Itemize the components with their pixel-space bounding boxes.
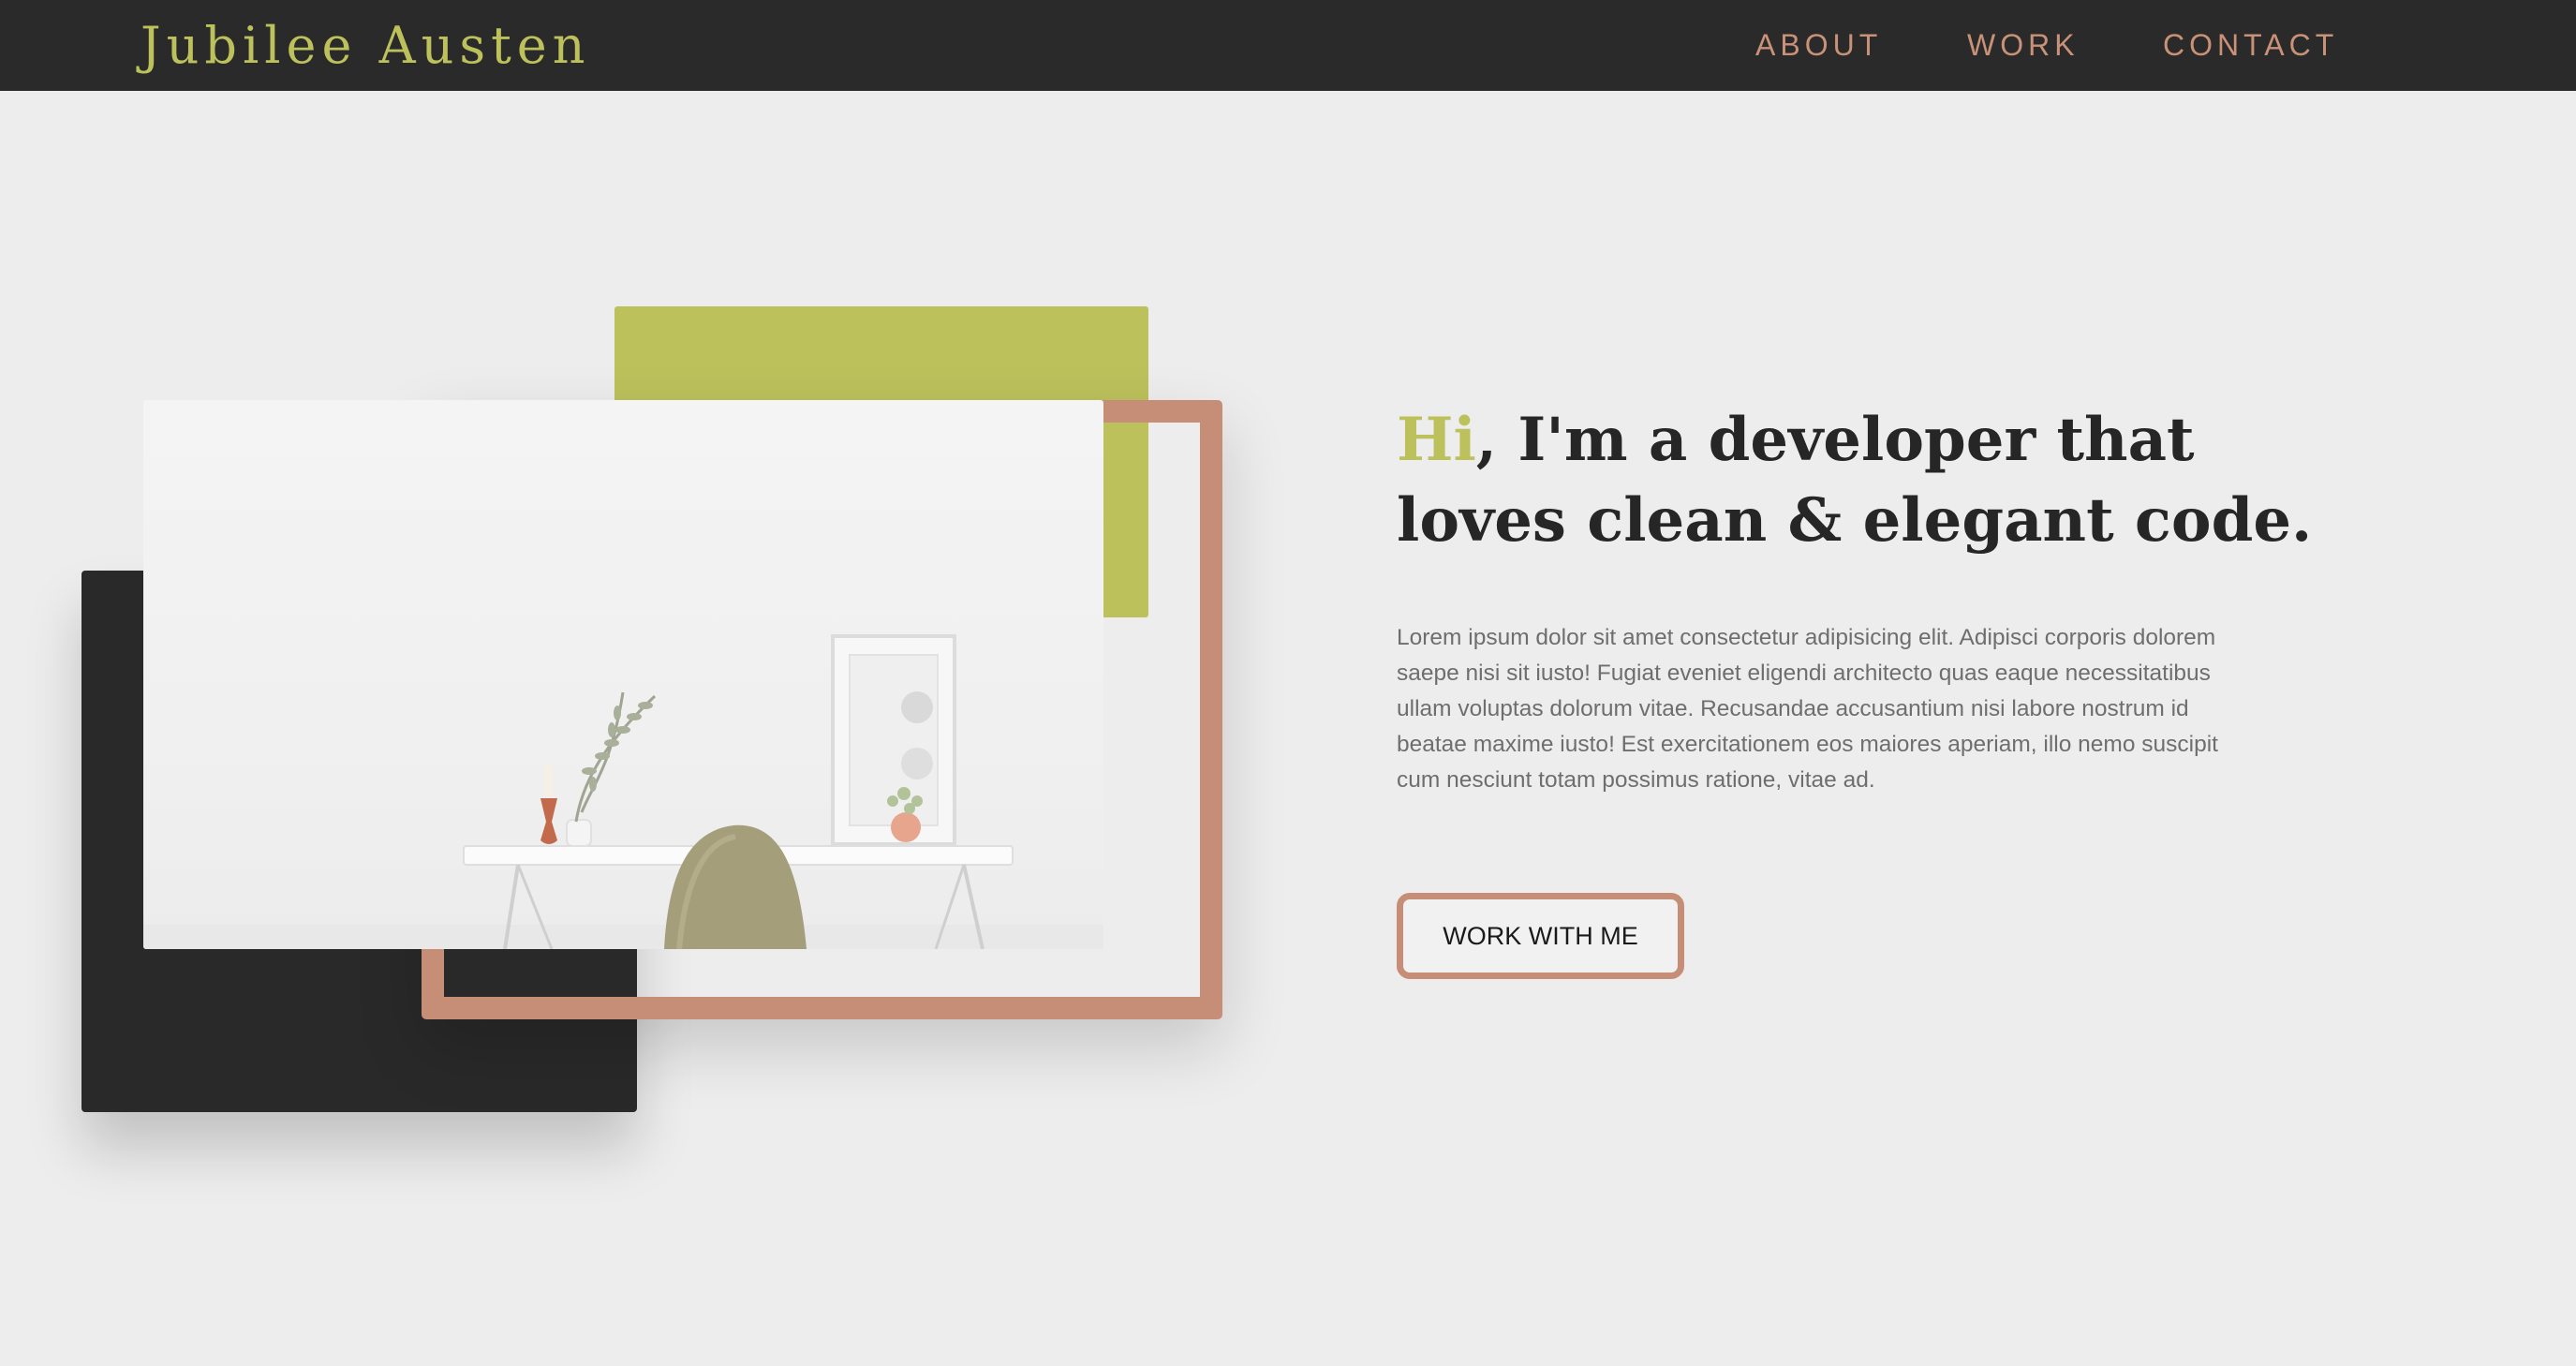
nav-contact-link[interactable]: CONTACT — [2163, 24, 2338, 66]
navbar: Jubilee Austen ABOUT WORK CONTACT — [0, 0, 2576, 91]
brand-logo[interactable]: Jubilee Austen — [141, 13, 591, 79]
desk-illustration — [143, 634, 1103, 949]
work-with-me-button[interactable]: WORK WITH ME — [1397, 893, 1684, 979]
hero-description: Lorem ipsum dolor sit amet consectetur a… — [1397, 625, 2218, 793]
nav-about-link[interactable]: ABOUT — [1755, 24, 1882, 66]
headline-rest: , I'm a developer that loves clean & ele… — [1397, 405, 2313, 556]
hero-photo-desk — [143, 400, 1103, 949]
headline-greeting: Hi — [1397, 405, 1476, 475]
hero-headline: Hi, I'm a developer that loves clean & e… — [1397, 400, 2333, 561]
nav-work-link[interactable]: WORK — [1967, 24, 2080, 66]
